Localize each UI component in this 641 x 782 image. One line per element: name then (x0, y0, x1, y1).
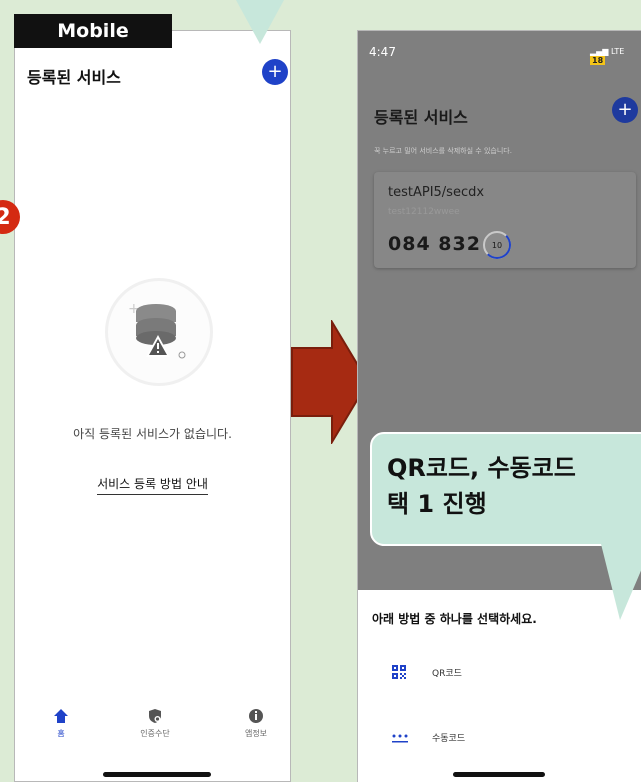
right-add-service-button[interactable]: + (612, 97, 638, 123)
keypad-icon (392, 734, 408, 742)
page-title: 등록된 서비스 (27, 68, 121, 87)
option-manual-label: 수동코드 (432, 734, 466, 744)
registration-guide-link[interactable]: 서비스 등록 방법 안내 (14, 475, 291, 495)
right-page-title: 등록된 서비스 (374, 108, 468, 127)
nav-auth-methods-label: 인증수단 (140, 729, 170, 738)
otp-timer-progress (483, 231, 511, 259)
service-name: testAPI5/secdx (388, 185, 485, 200)
callout-pointer (600, 540, 641, 620)
status-time: 4:47 (369, 45, 396, 59)
callout-pointer-top (236, 0, 284, 44)
nav-auth-methods[interactable]: 인증수단 (125, 708, 185, 739)
service-account: test12112wwee (388, 207, 460, 217)
database-warning-icon: + (128, 301, 186, 359)
option-qr-code[interactable]: QR코드 (392, 665, 462, 679)
right-home-indicator (453, 772, 545, 777)
callout-line-1: QR코드, 수동코드 (387, 454, 576, 482)
home-indicator (103, 772, 211, 777)
battery-level: 18 (590, 56, 606, 65)
qr-icon (392, 665, 406, 679)
add-service-button[interactable]: + (262, 59, 288, 85)
nav-app-info-label: 앱정보 (244, 729, 268, 738)
status-indicators: ▂▄▆ LTE 18 (590, 47, 641, 65)
nav-home[interactable]: 홈 (31, 708, 91, 739)
empty-state-message: 아직 등록된 서비스가 없습니다. (73, 427, 232, 441)
otp-code: 084 832 (388, 233, 481, 255)
swipe-delete-hint: 꾹 누르고 밀어 서비스를 삭제하실 수 있습니다. (374, 147, 512, 155)
nav-app-info[interactable]: 앱정보 (226, 708, 286, 739)
option-qr-label: QR코드 (432, 668, 462, 679)
callout-text: QR코드, 수동코드 택 1 진행 (387, 450, 576, 522)
option-manual-code[interactable]: 수동코드 (392, 731, 465, 744)
home-icon (54, 709, 68, 723)
mobile-label: Mobile (14, 14, 172, 48)
empty-state-illustration: + (105, 278, 213, 386)
callout-line-2: 택 1 진행 (387, 490, 487, 518)
info-icon (249, 709, 263, 723)
shield-icon (149, 709, 161, 723)
signal-icon: ▂▄▆ (590, 47, 609, 56)
left-phone-screen (14, 30, 291, 782)
network-label: LTE (611, 47, 625, 56)
nav-home-label: 홈 (57, 729, 65, 738)
sheet-title: 아래 방법 중 하나를 선택하세요. (372, 612, 537, 626)
registration-guide-label: 서비스 등록 방법 안내 (97, 477, 208, 495)
